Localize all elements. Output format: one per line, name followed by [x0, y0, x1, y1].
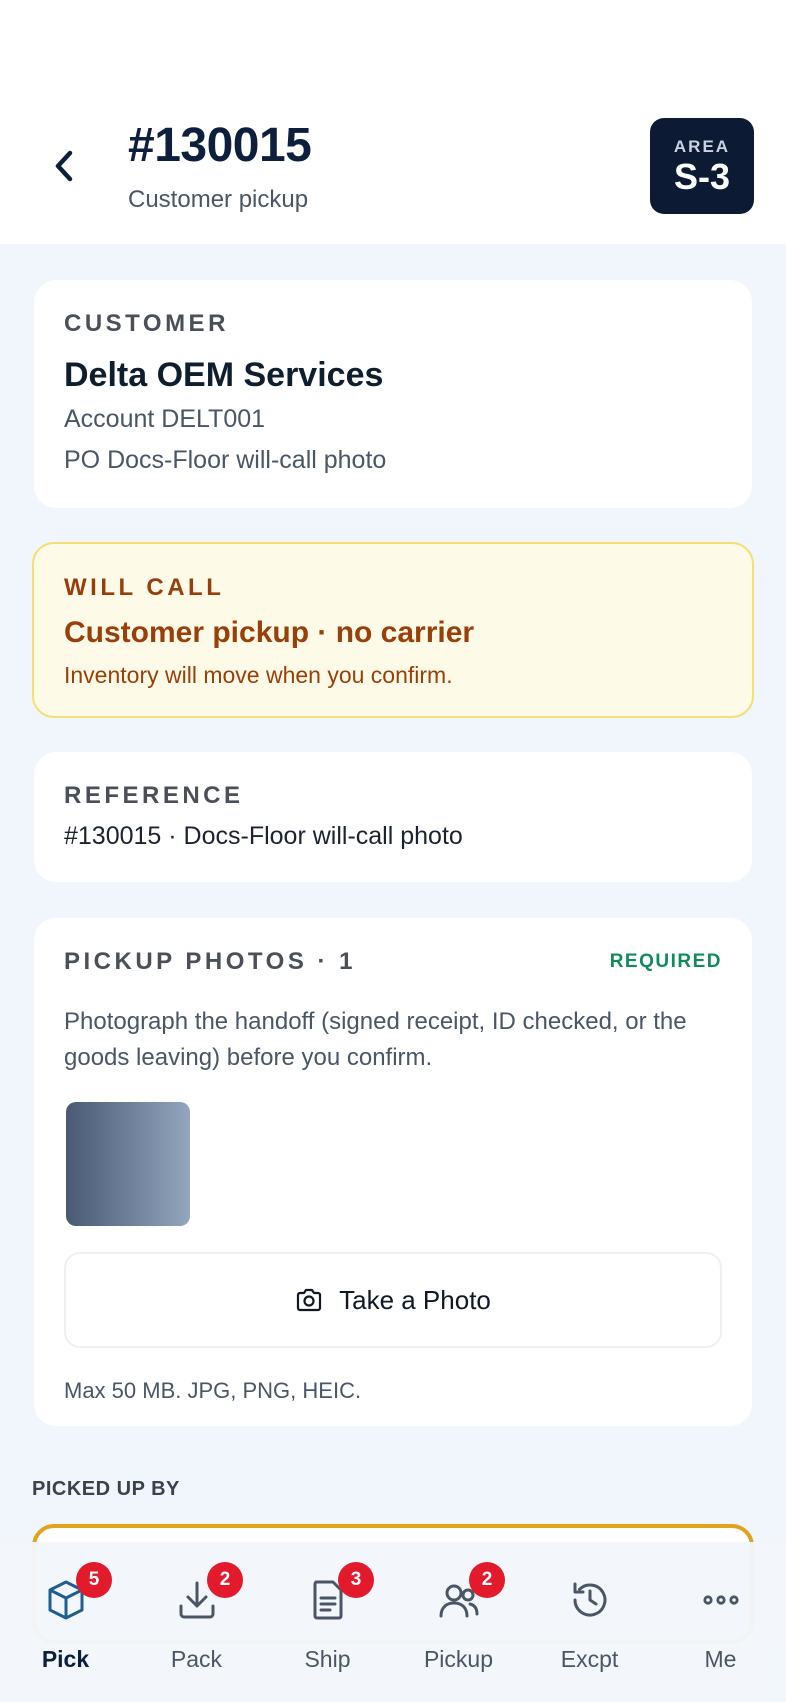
reference-eyebrow: REFERENCE — [64, 782, 244, 809]
history-icon — [573, 1582, 606, 1617]
customer-card: CUSTOMER Delta OEM Services Account DELT… — [34, 280, 752, 508]
tab-pick-label: Pick — [41, 1646, 90, 1672]
back-button[interactable] — [36, 136, 92, 196]
reference-value: #130015 · Docs-Floor will-call photo — [64, 822, 463, 850]
tab-pickup-label: Pickup — [423, 1646, 494, 1672]
reference-card: REFERENCE #130015 · Docs-Floor will-call… — [34, 752, 752, 882]
tab-excpt[interactable]: Excpt — [524, 1542, 655, 1702]
tab-ship-badge: 3 — [338, 1562, 374, 1598]
tab-excpt-label: Excpt — [560, 1646, 619, 1672]
upload-hint: Max 50 MB. JPG, PNG, HEIC. — [64, 1378, 362, 1403]
order-subtitle: Customer pickup — [128, 186, 309, 213]
pickup-photos-card: PICKUP PHOTOS · 1 REQUIRED Photograph th… — [34, 918, 752, 1426]
will-call-title: Customer pickup · no carrier — [64, 616, 475, 649]
picked-up-by-label: PICKED UP BY — [32, 1478, 180, 1500]
bottom-tab-bar: 5 Pick 2 Pack 3 Ship 2 Pickup Excpt Me — [0, 1542, 786, 1702]
page-header: #130015 Customer pickup AREA S-3 — [0, 0, 786, 244]
tab-ship-label: Ship — [304, 1646, 351, 1672]
tab-pack[interactable]: 2 Pack — [131, 1542, 262, 1702]
area-label: AREA — [673, 137, 731, 156]
will-call-eyebrow: WILL CALL — [64, 574, 225, 601]
will-call-note: Inventory will move when you confirm. — [64, 662, 453, 688]
chevron-left-icon — [55, 150, 73, 182]
will-call-banner: WILL CALL Customer pickup · no carrier I… — [32, 542, 754, 718]
more-icon — [702, 1595, 739, 1605]
tab-pick[interactable]: 5 Pick — [0, 1542, 131, 1702]
required-badge: REQUIRED — [609, 951, 722, 972]
customer-name: Delta OEM Services — [64, 356, 384, 394]
customer-po: PO Docs-Floor will-call photo — [64, 446, 387, 474]
order-id-title: #130015 — [128, 119, 312, 172]
tab-pack-badge: 2 — [207, 1562, 243, 1598]
customer-eyebrow: CUSTOMER — [64, 310, 229, 337]
take-photo-label: Take a Photo — [339, 1284, 491, 1315]
take-photo-button[interactable]: Take a Photo — [64, 1252, 722, 1348]
tab-ship[interactable]: 3 Ship — [262, 1542, 393, 1702]
tab-me[interactable]: Me — [655, 1542, 786, 1702]
pickup-photos-eyebrow: PICKUP PHOTOS · 1 — [64, 948, 356, 975]
tab-pickup[interactable]: 2 Pickup — [393, 1542, 524, 1702]
tab-pack-label: Pack — [170, 1646, 223, 1672]
area-badge: AREA S-3 — [650, 118, 754, 214]
tab-me-label: Me — [704, 1646, 737, 1672]
pickup-photos-description: Photograph the handoff (signed receipt, … — [64, 1008, 687, 1071]
tab-pickup-badge: 2 — [469, 1562, 505, 1598]
area-value: S-3 — [673, 156, 731, 197]
camera-icon — [297, 1288, 322, 1312]
customer-account: Account DELT001 — [64, 405, 266, 433]
photo-thumbnail[interactable] — [66, 1102, 190, 1226]
tab-pick-badge: 5 — [76, 1562, 112, 1598]
